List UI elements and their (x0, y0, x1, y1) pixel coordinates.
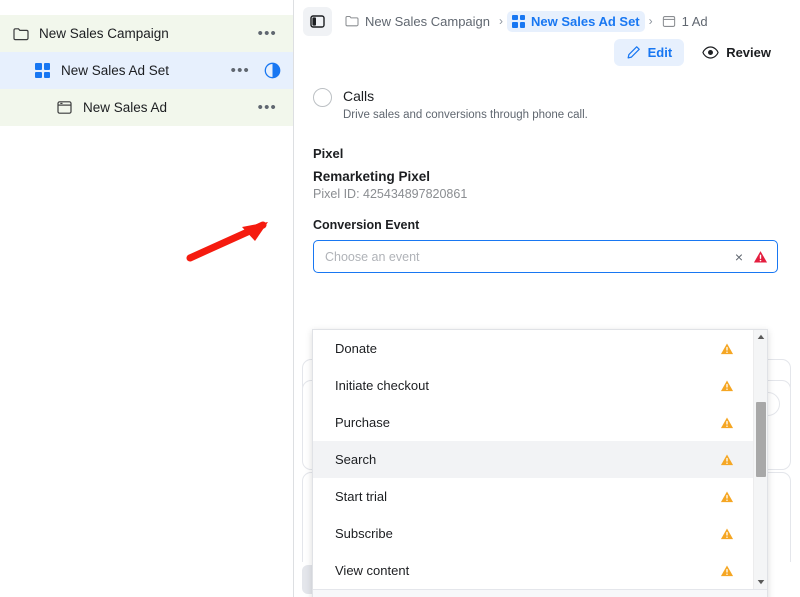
dropdown-option-label: Start trial (335, 489, 733, 504)
sidebar-item-menu-button[interactable]: ••• (254, 103, 281, 113)
conversion-event-dropdown: Donate Initiate checkout Purchase (312, 329, 768, 597)
sidebar-item-label: New Sales Ad Set (61, 63, 227, 78)
warning-triangle-icon (720, 379, 734, 392)
sidebar-item-ad[interactable]: New Sales Ad ••• (0, 89, 293, 126)
pixel-id: Pixel ID: 425434897820861 (313, 187, 778, 201)
objective-option-calls[interactable]: Calls Drive sales and conversions throug… (313, 76, 778, 123)
pixel-section-title: Pixel (313, 146, 778, 161)
edit-tab-label: Edit (648, 45, 673, 60)
breadcrumb-label: 1 Ad (682, 14, 708, 29)
dropdown-option-search[interactable]: Search (313, 441, 767, 478)
editor-topbar: New Sales Campaign › New Sales Ad Set › … (294, 0, 800, 76)
dropdown-option-start-trial[interactable]: Start trial (313, 478, 767, 515)
option-description: Drive sales and conversions through phon… (343, 107, 588, 123)
conversion-event-label: Conversion Event (313, 218, 778, 232)
review-tab[interactable]: Review (690, 39, 783, 66)
warning-triangle-icon (720, 342, 734, 355)
conversion-event-input[interactable]: Choose an event × (313, 240, 778, 273)
breadcrumb-separator: › (649, 14, 653, 28)
dropdown-option-donate[interactable]: Donate (313, 330, 767, 367)
caret-down-icon[interactable] (754, 575, 768, 589)
warning-triangle-red-icon[interactable] (753, 250, 768, 264)
define-custom-conversion-button[interactable]: + Define a new custom conversion (313, 589, 767, 597)
edit-tab[interactable]: Edit (614, 39, 685, 66)
pixel-name: Remarketing Pixel (313, 169, 778, 184)
sidebar-item-label: New Sales Campaign (39, 26, 254, 41)
radio-button[interactable] (313, 88, 332, 107)
breadcrumb-label: New Sales Campaign (365, 14, 490, 29)
dropdown-option-view-content[interactable]: View content (313, 552, 767, 589)
breadcrumb-item-ad-set[interactable]: New Sales Ad Set (507, 11, 645, 32)
ad-set-form: Calls Drive sales and conversions throug… (294, 76, 800, 562)
dropdown-option-label: Purchase (335, 415, 733, 430)
caret-up-icon[interactable] (754, 330, 767, 344)
warning-triangle-icon (720, 416, 734, 429)
editor-panel: New Sales Campaign › New Sales Ad Set › … (294, 0, 800, 597)
ad-card-icon (662, 15, 676, 28)
review-tab-label: Review (726, 45, 771, 60)
folder-icon (345, 15, 359, 27)
dropdown-option-initiate-checkout[interactable]: Initiate checkout (313, 367, 767, 404)
sidebar-item-ad-set[interactable]: New Sales Ad Set ••• (0, 52, 293, 89)
conversion-event-placeholder: Choose an event (325, 250, 732, 264)
dropdown-list: Donate Initiate checkout Purchase (313, 330, 767, 589)
breadcrumb: New Sales Campaign › New Sales Ad Set › … (294, 0, 800, 38)
folder-icon (11, 24, 30, 43)
dropdown-option-subscribe[interactable]: Subscribe (313, 515, 767, 552)
option-title: Calls (343, 87, 588, 105)
breadcrumb-label: New Sales Ad Set (531, 14, 640, 29)
dropdown-option-label: Subscribe (335, 526, 733, 541)
dropdown-scrollbar[interactable] (753, 330, 767, 589)
dropdown-option-label: Initiate checkout (335, 378, 733, 393)
clear-icon[interactable]: × (732, 250, 746, 264)
ad-card-icon (55, 98, 74, 117)
breadcrumb-item-campaign[interactable]: New Sales Campaign (340, 11, 495, 32)
dropdown-option-label: Search (335, 452, 733, 467)
scrollbar-thumb[interactable] (756, 402, 766, 477)
sidebar-item-menu-button[interactable]: ••• (254, 29, 281, 39)
breadcrumb-separator: › (499, 14, 503, 28)
sidebar-toggle-icon[interactable] (303, 7, 332, 36)
warning-triangle-icon (720, 564, 734, 577)
dropdown-option-label: Donate (335, 341, 733, 356)
eye-icon (702, 45, 719, 60)
campaign-tree-sidebar: New Sales Campaign ••• New Sales Ad Set … (0, 0, 294, 597)
grid-icon (512, 15, 525, 28)
sidebar-item-menu-button[interactable]: ••• (227, 66, 254, 76)
half-circle-icon[interactable] (264, 62, 281, 79)
warning-triangle-icon (720, 527, 734, 540)
sidebar-item-campaign[interactable]: New Sales Campaign ••• (0, 15, 293, 52)
grid-icon (33, 61, 52, 80)
warning-triangle-icon (720, 490, 734, 503)
sidebar-item-label: New Sales Ad (83, 100, 254, 115)
dropdown-option-purchase[interactable]: Purchase (313, 404, 767, 441)
editor-actions: Edit Review (614, 39, 783, 66)
dropdown-option-label: View content (335, 563, 733, 578)
ads-manager-editor: New Sales Campaign ••• New Sales Ad Set … (0, 0, 800, 597)
warning-triangle-icon (720, 453, 734, 466)
pencil-icon (626, 45, 641, 60)
breadcrumb-item-ads[interactable]: 1 Ad (657, 11, 713, 32)
